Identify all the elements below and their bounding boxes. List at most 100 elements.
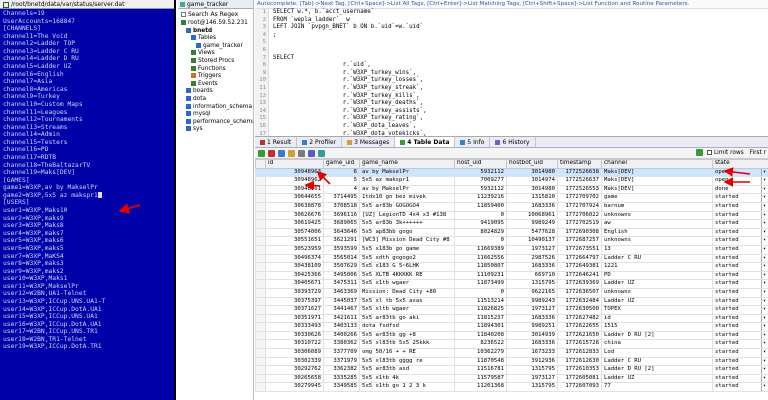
chevron-down-icon[interactable]: ▾ (760, 280, 766, 288)
cell-game-uid[interactable]: 3714495 (323, 193, 360, 203)
row-checkbox[interactable] (255, 236, 266, 246)
cell-hostbot-uid[interactable]: 1973127 (506, 373, 558, 384)
grid-icon[interactable] (308, 150, 315, 157)
cell-hostbot-uid[interactable]: 1683336 (506, 201, 558, 212)
row-checkbox[interactable] (255, 219, 266, 229)
row-checkbox[interactable] (255, 373, 266, 384)
chevron-down-icon[interactable]: ▾ (760, 358, 766, 365)
cell-channel[interactable]: Ladder D RU [2] (601, 365, 713, 375)
table-row[interactable]: 30405671 3475311 5x5 x1tb wgaer 11873499 131… (255, 279, 768, 289)
cell-game-name[interactable]: 5x5 ar83tb go aki (359, 313, 455, 324)
cell-host-uid[interactable]: 11826825 (454, 305, 507, 315)
chevron-down-icon[interactable]: ▾ (760, 323, 766, 331)
tree-node[interactable]: game_tracker (178, 42, 253, 51)
cell-channel[interactable]: 1221 (601, 262, 713, 272)
cell-timestamp[interactable]: 1772612630 (557, 356, 602, 367)
column-header-host-uid[interactable]: host_uid (454, 159, 507, 169)
chevron-down-icon[interactable]: ▾ (760, 237, 766, 245)
cell-game-uid[interactable]: 3403133 (323, 322, 360, 332)
table-row[interactable]: 30948962 5 5x5 az makspr1 7009277 3014974 177… (255, 176, 768, 186)
delete-row-icon[interactable] (268, 150, 275, 157)
row-checkbox[interactable] (255, 193, 266, 203)
cell-game-uid[interactable]: 3495006 (323, 270, 360, 281)
cell-hostbot-uid[interactable]: 1315795 (506, 382, 558, 393)
cell-channel[interactable]: Ladder UZ (601, 373, 713, 384)
chevron-down-icon[interactable]: ▾ (760, 306, 766, 314)
cell-channel[interactable]: game (601, 193, 713, 203)
cell-game-uid[interactable]: 3643646 (323, 227, 360, 238)
cell-id[interactable]: 30574006 (265, 227, 324, 238)
column-header-game-uid[interactable]: game_uid (323, 159, 360, 169)
sql-code[interactable]: SELECT w.*, b.`acct_username` FROM `wepla… (273, 9, 768, 138)
cell-game-uid[interactable]: 3475311 (323, 279, 360, 289)
table-row[interactable]: 30371627 3441467 5x5 xltb wgaer 11826825 197… (255, 305, 768, 315)
cell-state[interactable]: open ▾ (712, 167, 768, 178)
cell-game-name[interactable]: 5x5 x183b go game (359, 244, 455, 255)
tab-4-table-data[interactable]: 4 Table Data (395, 137, 456, 147)
chevron-down-icon[interactable]: ▾ (760, 332, 766, 340)
cell-host-uid[interactable]: 11109231 (454, 270, 507, 281)
cell-game-name[interactable]: 5x5 ar83tb asd (359, 365, 455, 375)
table-row[interactable]: 30279945 3349585 5x5 x1tb go 1 2 3 k 112013… (255, 382, 768, 393)
table-row[interactable]: 30330626 3400266 5x5 ar83tb gg +8 11840208 3… (255, 330, 768, 341)
cell-id[interactable]: 30405671 (265, 279, 324, 289)
cell-game-name[interactable]: 5x5 xdth gogogo2 (359, 253, 455, 264)
cell-state[interactable]: started ▾ (712, 348, 768, 358)
cell-game-name[interactable]: 5x5 xl tb 5x5 asas (359, 296, 455, 307)
cell-timestamp[interactable]: 1772526638 (557, 167, 602, 178)
table-row[interactable]: 30644655 3714495 1tdx10 go bez mivek 112392… (255, 193, 768, 203)
tab-2-profiler[interactable]: 2 Profiler (297, 137, 343, 147)
tab-6-history[interactable]: 6 History (490, 137, 536, 147)
cell-id[interactable]: 30523959 (265, 244, 324, 255)
cell-hostbot-uid[interactable]: 3912936 (506, 356, 558, 367)
cell-timestamp[interactable]: 1772639369 (557, 279, 602, 289)
cell-game-uid[interactable]: 3421611 (323, 313, 360, 324)
save-icon[interactable] (278, 150, 285, 157)
cell-id[interactable]: 30265658 (265, 373, 324, 384)
cell-game-name[interactable]: 5x5 x1tb 4k (359, 373, 455, 384)
cell-channel[interactable]: id (601, 313, 713, 324)
row-checkbox[interactable] (255, 184, 266, 195)
cell-timestamp[interactable]: 1772605081 (557, 373, 602, 384)
tree-node[interactable]: root@146.59.52.231 (178, 20, 253, 28)
cell-game-name[interactable]: av by MakselPr (359, 184, 455, 195)
cell-channel[interactable]: TOPEX (601, 305, 713, 315)
cell-id[interactable]: 30626676 (265, 210, 324, 221)
cell-host-uid[interactable]: 11513214 (454, 296, 507, 307)
cell-host-uid[interactable]: 11850807 (454, 262, 507, 272)
table-row[interactable]: 30523959 3593599 5x5 x183b go game 11669389… (255, 244, 768, 255)
cell-state[interactable]: started ▾ (712, 210, 768, 221)
cell-hostbot-uid[interactable]: 1315810 (506, 193, 558, 203)
limit-rows-checkbox[interactable] (706, 150, 712, 155)
refresh-icon[interactable] (258, 150, 265, 157)
cell-game-uid[interactable]: 5 (323, 176, 360, 186)
cell-host-uid[interactable]: 8236522 (454, 339, 507, 350)
cell-channel[interactable]: PD (601, 270, 713, 281)
cell-host-uid[interactable]: 7009277 (454, 176, 507, 186)
row-checkbox[interactable] (255, 201, 266, 212)
chevron-down-icon[interactable]: ▾ (760, 177, 766, 185)
cell-host-uid[interactable]: 5932112 (454, 167, 507, 178)
table-row[interactable]: 30638878 3708518 5x5 ar83b GOGOGO4 11859400… (255, 201, 768, 212)
cell-game-uid[interactable]: 3689065 (323, 219, 360, 229)
cell-channel[interactable]: aw (601, 219, 713, 229)
cell-hostbot-uid[interactable]: 3014939 (506, 330, 558, 341)
cell-host-uid[interactable]: 11873499 (454, 279, 507, 289)
cell-channel[interactable]: Maks[DEV] (601, 176, 713, 186)
table-row[interactable]: 30306089 3377709 omg 50/16 + + RE 10362279 1… (255, 348, 768, 358)
cell-id[interactable]: 30351971 (265, 313, 324, 324)
cell-id[interactable]: 30371627 (265, 305, 324, 315)
cell-id[interactable]: 30438109 (265, 262, 324, 272)
tree-node[interactable]: mysql (178, 111, 253, 119)
table-row[interactable]: 30310722 3380362 5x5 xl83tb 5x5 25kkk 82365… (255, 339, 768, 350)
row-checkbox[interactable] (255, 322, 266, 332)
cell-state[interactable]: started ▾ (712, 322, 768, 332)
cell-game-name[interactable]: Mission: Dead City +80 (359, 287, 455, 298)
column-header-game-name[interactable]: game_name (359, 159, 455, 169)
column-header-id[interactable]: id (265, 159, 324, 169)
cell-timestamp[interactable]: 1772673551 (557, 244, 602, 255)
cell-state[interactable]: started ▾ (712, 262, 768, 272)
row-checkbox[interactable] (255, 253, 266, 264)
cell-host-uid[interactable]: 11859400 (454, 201, 507, 212)
cell-game-uid[interactable]: 3463369 (323, 287, 360, 298)
